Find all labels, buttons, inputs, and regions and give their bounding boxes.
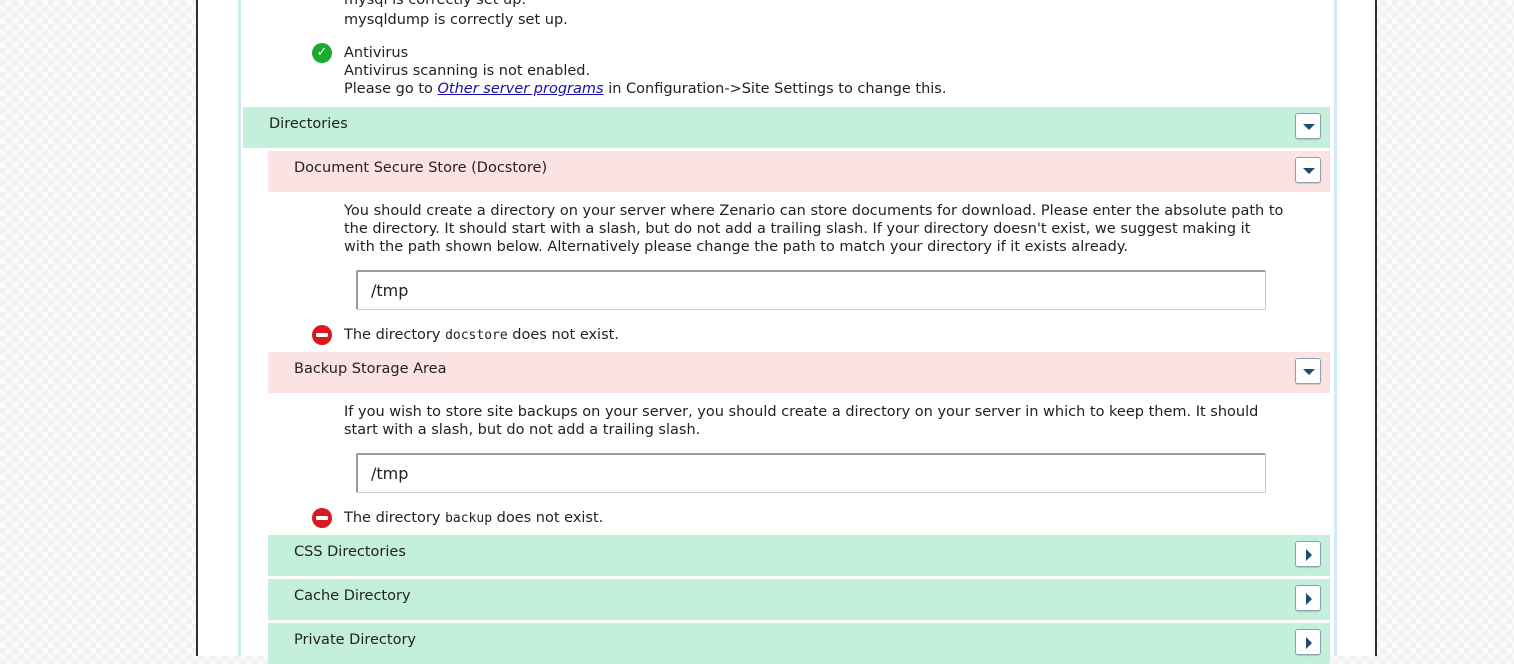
antivirus-status: Antivirus scanning is not enabled. xyxy=(344,63,591,79)
chevron-right-icon xyxy=(1306,549,1312,561)
backup-error-prefix: The directory xyxy=(344,510,441,526)
css-directories-expand-button[interactable] xyxy=(1295,541,1321,567)
directories-panel: mysql is correctly set up. mysqldump is … xyxy=(238,0,1337,664)
section-backup-title: Backup Storage Area xyxy=(294,361,447,377)
no-entry-icon xyxy=(312,508,332,528)
section-cache-directory[interactable]: Cache Directory xyxy=(268,579,1330,620)
check-circle-icon: ✓ xyxy=(312,43,332,63)
section-docstore-title: Document Secure Store (Docstore) xyxy=(294,160,548,176)
backup-description-line-1: If you wish to store site backups on you… xyxy=(344,404,1259,420)
backup-error-suffix: does not exist. xyxy=(496,510,604,526)
no-entry-icon xyxy=(312,325,332,345)
section-cache-directory-title: Cache Directory xyxy=(294,588,411,604)
backup-dir-name: backup xyxy=(445,511,493,526)
private-directory-expand-button[interactable] xyxy=(1295,629,1321,655)
chevron-right-icon xyxy=(1306,637,1312,649)
cache-directory-expand-button[interactable] xyxy=(1295,585,1321,611)
antivirus-hint-suffix: in Configuration->Site Settings to chang… xyxy=(608,81,947,97)
docstore-dir-name: docstore xyxy=(445,328,508,343)
section-css-directories-title: CSS Directories xyxy=(294,544,406,560)
backup-description-line-2: start with a slash, but do not add a tra… xyxy=(344,422,701,438)
mysqldump-status-text: mysqldump is correctly set up. xyxy=(344,12,568,28)
directories-collapse-button[interactable] xyxy=(1295,113,1321,139)
chevron-down-icon xyxy=(1303,168,1315,174)
docstore-description-line-3: with the path shown below. Alternatively… xyxy=(344,239,1128,255)
section-private-directory[interactable]: Private Directory xyxy=(268,623,1330,664)
docstore-description-line-1: You should create a directory on your se… xyxy=(344,203,1284,219)
section-directories-title: Directories xyxy=(269,116,348,132)
docstore-collapse-button[interactable] xyxy=(1295,157,1321,183)
docstore-description-line-2: the directory. It should start with a sl… xyxy=(344,221,1251,237)
chevron-right-icon xyxy=(1306,593,1312,605)
docstore-error-prefix: The directory xyxy=(344,327,441,343)
docstore-error-message: The directory docstore does not exist. xyxy=(344,326,619,345)
docstore-path-input[interactable] xyxy=(356,270,1266,310)
section-private-directory-title: Private Directory xyxy=(294,632,416,648)
antivirus-hint: Please go to Other server programs in Co… xyxy=(344,80,946,98)
docstore-error-suffix: does not exist. xyxy=(512,327,619,343)
antivirus-hint-prefix: Please go to xyxy=(344,81,433,97)
chevron-down-icon xyxy=(1303,369,1315,375)
section-directories[interactable]: Directories xyxy=(243,107,1330,148)
section-css-directories[interactable]: CSS Directories xyxy=(268,535,1330,576)
backup-collapse-button[interactable] xyxy=(1295,358,1321,384)
other-server-programs-link[interactable]: Other server programs xyxy=(438,81,604,97)
mysql-status-text: mysql is correctly set up. xyxy=(344,0,527,8)
antivirus-title: Antivirus xyxy=(344,45,409,61)
section-backup[interactable]: Backup Storage Area xyxy=(268,352,1330,393)
backup-error-message: The directory backup does not exist. xyxy=(344,509,603,528)
backup-path-input[interactable] xyxy=(356,453,1266,493)
section-docstore[interactable]: Document Secure Store (Docstore) xyxy=(268,151,1330,192)
page-frame: mysql is correctly set up. mysqldump is … xyxy=(196,0,1377,664)
chevron-down-icon xyxy=(1303,124,1315,130)
